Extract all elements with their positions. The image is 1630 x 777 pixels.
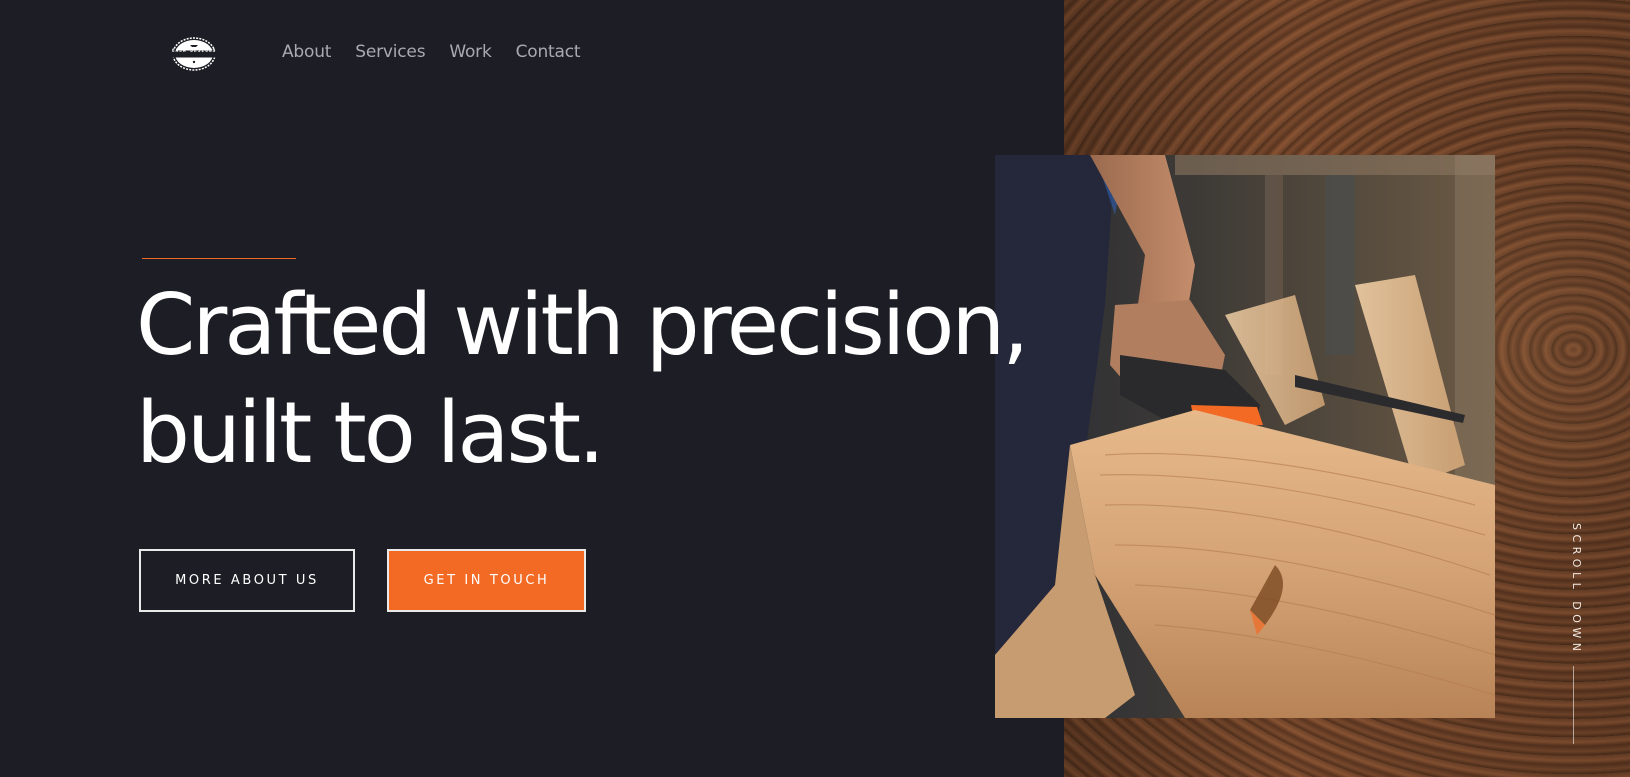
nav-services[interactable]: Services	[355, 42, 425, 62]
logo-text: CASA DESIGNS	[171, 49, 217, 54]
hero-headline: Crafted with precision, built to last.	[136, 272, 1029, 488]
carpentry-photo	[995, 155, 1495, 718]
hero-headline-line-2: built to last.	[136, 384, 605, 483]
nav-contact[interactable]: Contact	[516, 42, 581, 62]
nav-about[interactable]: About	[282, 42, 331, 62]
get-in-touch-button[interactable]: GET IN TOUCH	[387, 549, 586, 612]
saw-blade-badge-icon	[169, 37, 219, 71]
nav-work[interactable]: Work	[449, 42, 491, 62]
hero-headline-line-1: Crafted with precision,	[136, 276, 1029, 375]
logo[interactable]	[166, 36, 222, 72]
scroll-down-line	[1573, 666, 1574, 744]
scroll-down-label[interactable]: SCROLL DOWN	[1570, 523, 1583, 655]
headline-accent-line	[142, 258, 296, 259]
carpenter-sanding-image	[995, 155, 1495, 718]
main-nav: About Services Work Contact	[282, 42, 581, 62]
more-about-us-button[interactable]: MORE ABOUT US	[139, 549, 355, 612]
